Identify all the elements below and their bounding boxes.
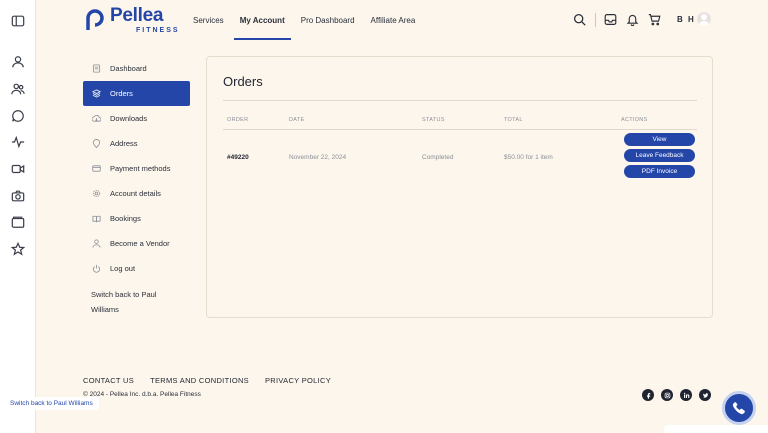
pellea-logo-icon (86, 9, 104, 30)
menu-item-label: Payment methods (110, 164, 171, 173)
menu-item-payment-methods[interactable]: Payment methods (83, 156, 190, 181)
chat-icon[interactable] (11, 109, 25, 123)
star-icon[interactable] (11, 242, 25, 256)
linkedin-icon[interactable] (680, 389, 692, 401)
menu-item-label: Account details (110, 189, 161, 198)
camera-icon[interactable] (11, 189, 25, 203)
footer-contact-link[interactable]: CONTACT US (83, 376, 134, 385)
menu-item-label: Log out (110, 264, 136, 273)
switch-back-link[interactable]: Switch back to Paul Williams (83, 287, 183, 317)
menu-item-orders[interactable]: Orders (83, 81, 190, 106)
header-divider (595, 13, 596, 27)
title-divider (223, 100, 697, 101)
book-icon (92, 214, 101, 223)
call-button[interactable] (722, 391, 756, 425)
orders-icon (92, 89, 101, 98)
copyright: © 2024 - Pellea Inc. d.b.a. Pellea Fitne… (83, 391, 201, 398)
left-rail (0, 0, 36, 433)
pdf-invoice-button[interactable]: PDF Invoice (624, 165, 695, 178)
order-total: $50.00 for 1 item (504, 154, 553, 161)
menu-item-label: Bookings (110, 214, 141, 223)
folder-icon[interactable] (11, 215, 25, 229)
order-number-link[interactable]: #49220 (227, 154, 249, 161)
gear-icon (92, 189, 101, 198)
card-icon (92, 164, 101, 173)
view-button[interactable]: View (624, 133, 695, 146)
menu-item-account-details[interactable]: Account details (83, 181, 190, 206)
menu-item-address[interactable]: Address (83, 131, 190, 156)
bell-icon[interactable] (626, 13, 639, 26)
footer-terms-link[interactable]: TERMS AND CONDITIONS (150, 376, 249, 385)
col-header-total: TOTAL (504, 117, 523, 123)
page-title: Orders (223, 74, 263, 89)
dashboard-icon (92, 64, 101, 73)
power-icon (92, 264, 101, 273)
sidebar-toggle-icon[interactable] (11, 14, 25, 28)
user-initials[interactable]: B H (677, 15, 695, 24)
menu-item-label: Dashboard (110, 64, 147, 73)
user-icon (92, 239, 101, 248)
cart-icon[interactable] (648, 13, 661, 26)
account-menu: Dashboard Orders Downloads Address Payme… (83, 56, 190, 317)
col-header-actions: ACTIONS (621, 117, 648, 123)
menu-item-label: Become a Vendor (110, 239, 170, 248)
menu-item-downloads[interactable]: Downloads (83, 106, 190, 131)
leave-feedback-button[interactable]: Leave Feedback (624, 149, 695, 162)
inbox-icon[interactable] (604, 13, 617, 26)
footer-privacy-link[interactable]: PRIVACY POLICY (265, 376, 331, 385)
col-header-date: DATE (289, 117, 305, 123)
col-header-status: STATUS (422, 117, 445, 123)
menu-item-become-vendor[interactable]: Become a Vendor (83, 231, 190, 256)
order-status: Completed (422, 154, 454, 161)
nav-affiliate-area[interactable]: Affiliate Area (365, 0, 422, 40)
nav-my-account[interactable]: My Account (233, 0, 291, 40)
download-icon (92, 114, 101, 123)
brand-sub: FITNESS (136, 27, 180, 34)
menu-item-bookings[interactable]: Bookings (83, 206, 190, 231)
instagram-icon[interactable] (661, 389, 673, 401)
activity-icon[interactable] (11, 135, 25, 149)
switch-back-floating-link[interactable]: Switch back to Paul Williams (4, 397, 99, 410)
main-nav: Services My Account Pro Dashboard Affili… (187, 0, 425, 40)
col-header-order: ORDER (227, 117, 249, 123)
header-divider (223, 129, 697, 130)
users-icon[interactable] (11, 82, 25, 96)
menu-item-label: Address (110, 139, 138, 148)
menu-item-log-out[interactable]: Log out (83, 256, 190, 281)
search-icon[interactable] (573, 13, 586, 26)
location-icon (92, 139, 101, 148)
order-date: November 22, 2024 (289, 154, 347, 161)
menu-item-label: Orders (110, 89, 133, 98)
footer-links: CONTACT US TERMS AND CONDITIONS PRIVACY … (83, 376, 347, 385)
facebook-icon[interactable] (642, 389, 654, 401)
twitter-icon[interactable] (699, 389, 711, 401)
phone-icon (732, 401, 745, 415)
menu-item-dashboard[interactable]: Dashboard (83, 56, 190, 81)
user-icon[interactable] (11, 55, 25, 69)
nav-services[interactable]: Services (187, 0, 230, 40)
avatar[interactable] (697, 12, 711, 26)
nav-pro-dashboard[interactable]: Pro Dashboard (295, 0, 361, 40)
brand-name: Pellea (110, 5, 164, 26)
corner-widget-panel (664, 425, 768, 433)
menu-item-label: Downloads (110, 114, 148, 123)
brand-logo[interactable]: Pellea FITNESS (84, 5, 180, 34)
orders-card: Orders ORDER DATE STATUS TOTAL ACTIONS #… (206, 56, 713, 318)
top-header: Pellea FITNESS Services My Account Pro D… (36, 0, 768, 40)
video-icon[interactable] (11, 162, 25, 176)
